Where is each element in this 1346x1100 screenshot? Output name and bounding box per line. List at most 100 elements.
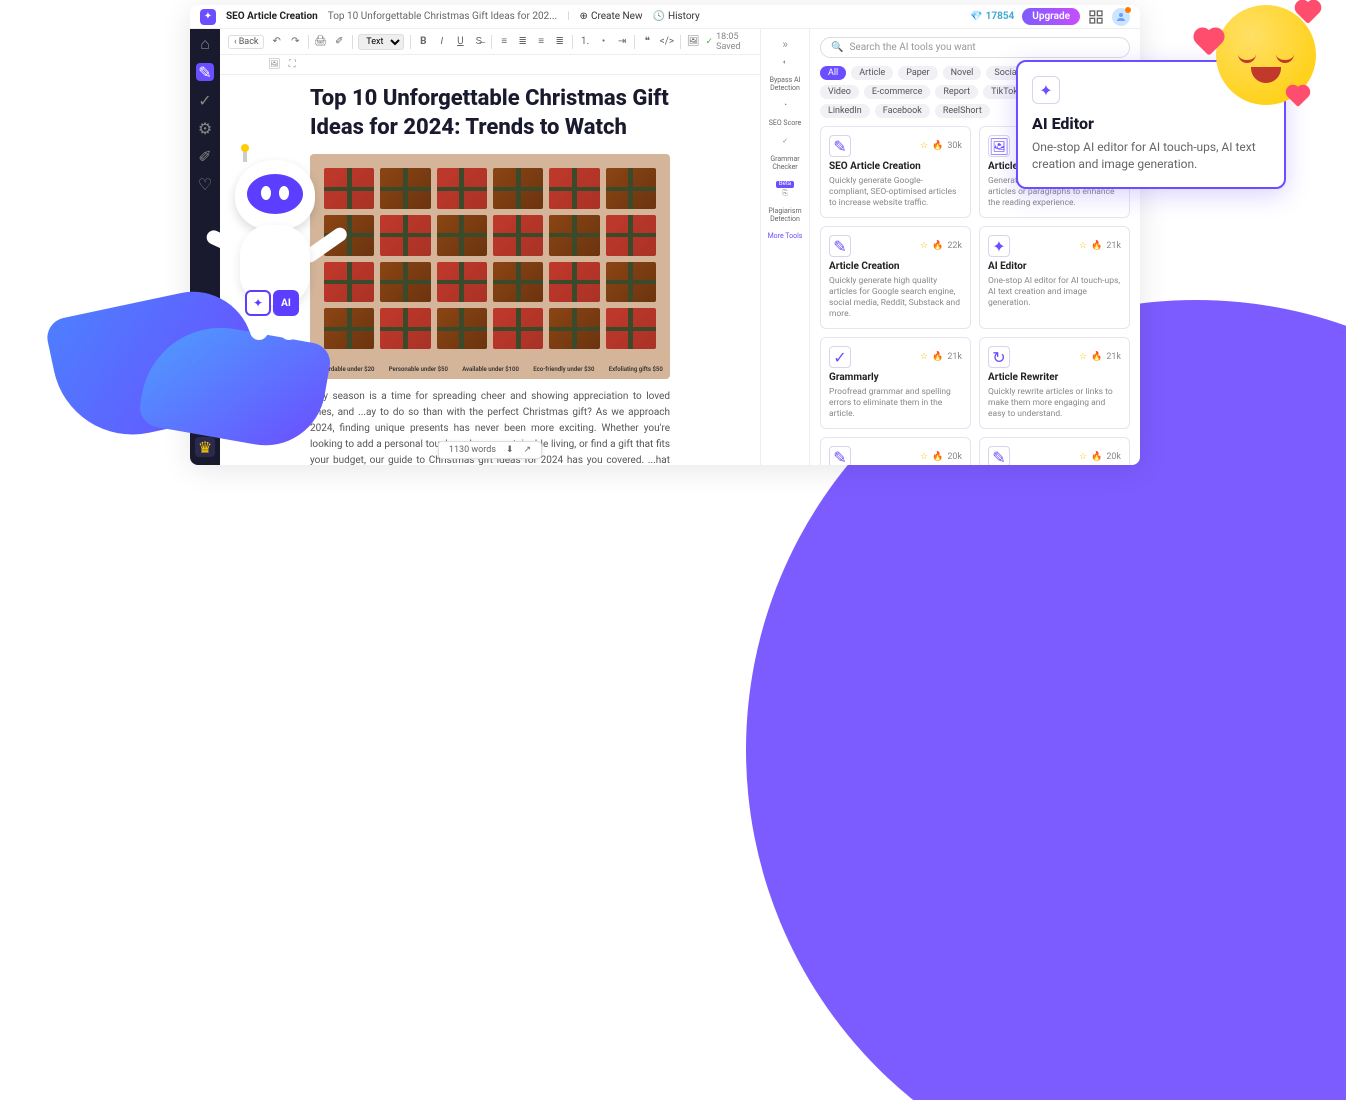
editor-content[interactable]: Top 10 Unforgettable Christmas Gift Idea… xyxy=(220,75,760,465)
quote-icon[interactable]: ❝ xyxy=(641,34,654,50)
collapse-icon[interactable]: » xyxy=(782,37,788,51)
create-new-button[interactable]: ⊕ Create New xyxy=(580,11,643,22)
history-button[interactable]: 🕓 History xyxy=(653,11,700,22)
chip[interactable]: E-commerce xyxy=(864,85,930,99)
separator: | xyxy=(567,11,569,22)
editor-toolbar: ‹ Back ↶ ↷ 🖨 ✐ Text B I U S̶ ≡ ≣ ≡ ≣ 1. xyxy=(220,29,760,55)
tool-seo-score[interactable]: ◔SEO Score xyxy=(767,100,804,130)
rail-pen-icon[interactable]: ✐ xyxy=(196,147,214,165)
tool-card[interactable]: ✦☆🔥21kAI EditorOne-stop AI editor for AI… xyxy=(979,226,1130,329)
redo-icon[interactable]: ↷ xyxy=(289,34,302,50)
fire-icon: 🔥 xyxy=(1091,352,1102,362)
card-icon: ✎ xyxy=(988,446,1010,465)
chip-all[interactable]: All xyxy=(820,66,846,80)
tool-grammar[interactable]: ✓Grammar Checker xyxy=(763,136,807,173)
fullscreen-icon[interactable]: ⛶ xyxy=(289,59,296,70)
chip[interactable]: Article xyxy=(851,66,893,80)
underline-icon[interactable]: U xyxy=(454,34,467,50)
hero-labels: Affordable under $20Personable under $50… xyxy=(310,366,670,373)
indent-icon[interactable]: ⇥ xyxy=(616,34,629,50)
card-icon: ✓ xyxy=(829,346,851,368)
bold-icon[interactable]: B xyxy=(417,34,430,50)
rail-heart-icon[interactable]: ♡ xyxy=(196,175,214,193)
download-icon[interactable]: ⬇ xyxy=(506,445,514,455)
star-icon[interactable]: ☆ xyxy=(920,241,928,251)
tool-plagiarism[interactable]: Beta⎘Plagiarism Detection xyxy=(763,179,807,225)
star-icon[interactable]: ☆ xyxy=(1079,352,1087,362)
apps-grid-icon[interactable] xyxy=(1088,9,1104,25)
chip[interactable]: Novel xyxy=(943,66,982,80)
upgrade-button[interactable]: Upgrade xyxy=(1022,8,1080,25)
tool-more[interactable]: More Tools xyxy=(766,231,805,243)
rail-editor-icon[interactable]: ✎ xyxy=(196,63,214,81)
rail-premium-icon[interactable]: ♛ xyxy=(195,437,215,457)
fire-icon: 🔥 xyxy=(932,452,943,462)
image-icon[interactable]: 🖼 xyxy=(687,34,700,50)
star-icon[interactable]: ☆ xyxy=(920,141,928,151)
tool-card[interactable]: ✎☆🔥20k xyxy=(820,437,971,465)
card-icon: ✎ xyxy=(829,235,851,257)
italic-icon[interactable]: I xyxy=(436,34,449,50)
popover-title: AI Editor xyxy=(1032,114,1270,133)
align-right-icon[interactable]: ≡ xyxy=(535,34,548,50)
breadcrumb-section[interactable]: SEO Article Creation xyxy=(226,11,318,22)
user-avatar[interactable] xyxy=(1112,8,1130,26)
main-area: ⌂ ✎ ✓ ⚙ ✐ ♡ ♛ ‹ Back ↶ ↷ 🖨 ✐ Text B I U xyxy=(190,29,1140,465)
star-icon[interactable]: ☆ xyxy=(920,452,928,462)
chip[interactable]: ReelShort xyxy=(935,104,990,118)
code-icon[interactable]: </> xyxy=(660,34,674,50)
tool-card[interactable]: ✎☆🔥22kArticle CreationQuickly generate h… xyxy=(820,226,971,329)
rail-home-icon[interactable]: ⌂ xyxy=(196,35,214,53)
star-icon[interactable]: ☆ xyxy=(1079,452,1087,462)
tool-bypass-ai[interactable]: ◐Bypass AI Detection xyxy=(763,57,807,94)
print-icon[interactable]: 🖨 xyxy=(314,34,327,50)
card-icon: ✎ xyxy=(829,135,851,157)
emoji-decoration xyxy=(1196,0,1316,110)
fire-icon: 🔥 xyxy=(932,352,943,362)
chip[interactable]: Video xyxy=(820,85,859,99)
list-unordered-icon[interactable]: • xyxy=(597,34,610,50)
search-icon: 🔍 xyxy=(831,42,843,53)
fire-icon: 🔥 xyxy=(1091,241,1102,251)
align-justify-icon[interactable]: ≣ xyxy=(553,34,566,50)
word-count-bar: 1130 words ⬇ ↗ xyxy=(438,441,542,459)
chip[interactable]: Paper xyxy=(898,66,937,80)
share-icon[interactable]: ↗ xyxy=(524,445,532,455)
rail-settings-icon[interactable]: ⚙ xyxy=(196,119,214,137)
tool-card[interactable]: ✎☆🔥20k xyxy=(979,437,1130,465)
card-icon: ↻ xyxy=(988,346,1010,368)
brush-icon[interactable]: ✐ xyxy=(333,34,346,50)
align-center-icon[interactable]: ≣ xyxy=(516,34,529,50)
fire-icon: 🔥 xyxy=(932,241,943,251)
tool-card[interactable]: ↻☆🔥21kArticle RewriterQuickly rewrite ar… xyxy=(979,337,1130,429)
chip[interactable]: Report xyxy=(935,85,978,99)
list-ordered-icon[interactable]: 1. xyxy=(579,34,592,50)
undo-icon[interactable]: ↶ xyxy=(270,34,283,50)
left-rail: ⌂ ✎ ✓ ⚙ ✐ ♡ ♛ xyxy=(190,29,220,465)
align-left-icon[interactable]: ≡ xyxy=(498,34,511,50)
article-title[interactable]: Top 10 Unforgettable Christmas Gift Idea… xyxy=(310,85,670,142)
sub-toolbar: 🖼 ⛶ xyxy=(220,55,760,75)
breadcrumb-title[interactable]: Top 10 Unforgettable Christmas Gift Idea… xyxy=(328,11,557,22)
chip[interactable]: LinkedIn xyxy=(820,104,870,118)
back-button[interactable]: ‹ Back xyxy=(228,35,264,49)
text-style-select[interactable]: Text xyxy=(358,34,404,50)
image-insert-icon[interactable]: 🖼 xyxy=(268,59,281,70)
strike-icon[interactable]: S̶ xyxy=(473,34,486,50)
star-icon[interactable]: ☆ xyxy=(1079,241,1087,251)
tool-card[interactable]: ✓☆🔥21kGrammarlyProofread grammar and spe… xyxy=(820,337,971,429)
popover-icon: ✦ xyxy=(1032,76,1060,104)
card-icon: ✎ xyxy=(829,446,851,465)
fire-icon: 🔥 xyxy=(1091,452,1102,462)
card-icon: 🖼 xyxy=(988,135,1010,157)
tool-card[interactable]: ✎☆🔥30kSEO Article CreationQuickly genera… xyxy=(820,126,971,218)
chip[interactable]: Facebook xyxy=(875,104,930,118)
top-bar: ✦ SEO Article Creation Top 10 Unforgetta… xyxy=(190,5,1140,29)
points-balance[interactable]: 💎 17854 xyxy=(970,11,1014,22)
fire-icon: 🔥 xyxy=(932,141,943,151)
star-icon[interactable]: ☆ xyxy=(920,352,928,362)
app-logo-icon[interactable]: ✦ xyxy=(200,9,216,25)
hero-image[interactable]: Affordable under $20Personable under $50… xyxy=(310,154,670,379)
search-input[interactable]: 🔍 Search the AI tools you want xyxy=(820,37,1130,58)
rail-check-icon[interactable]: ✓ xyxy=(196,91,214,109)
